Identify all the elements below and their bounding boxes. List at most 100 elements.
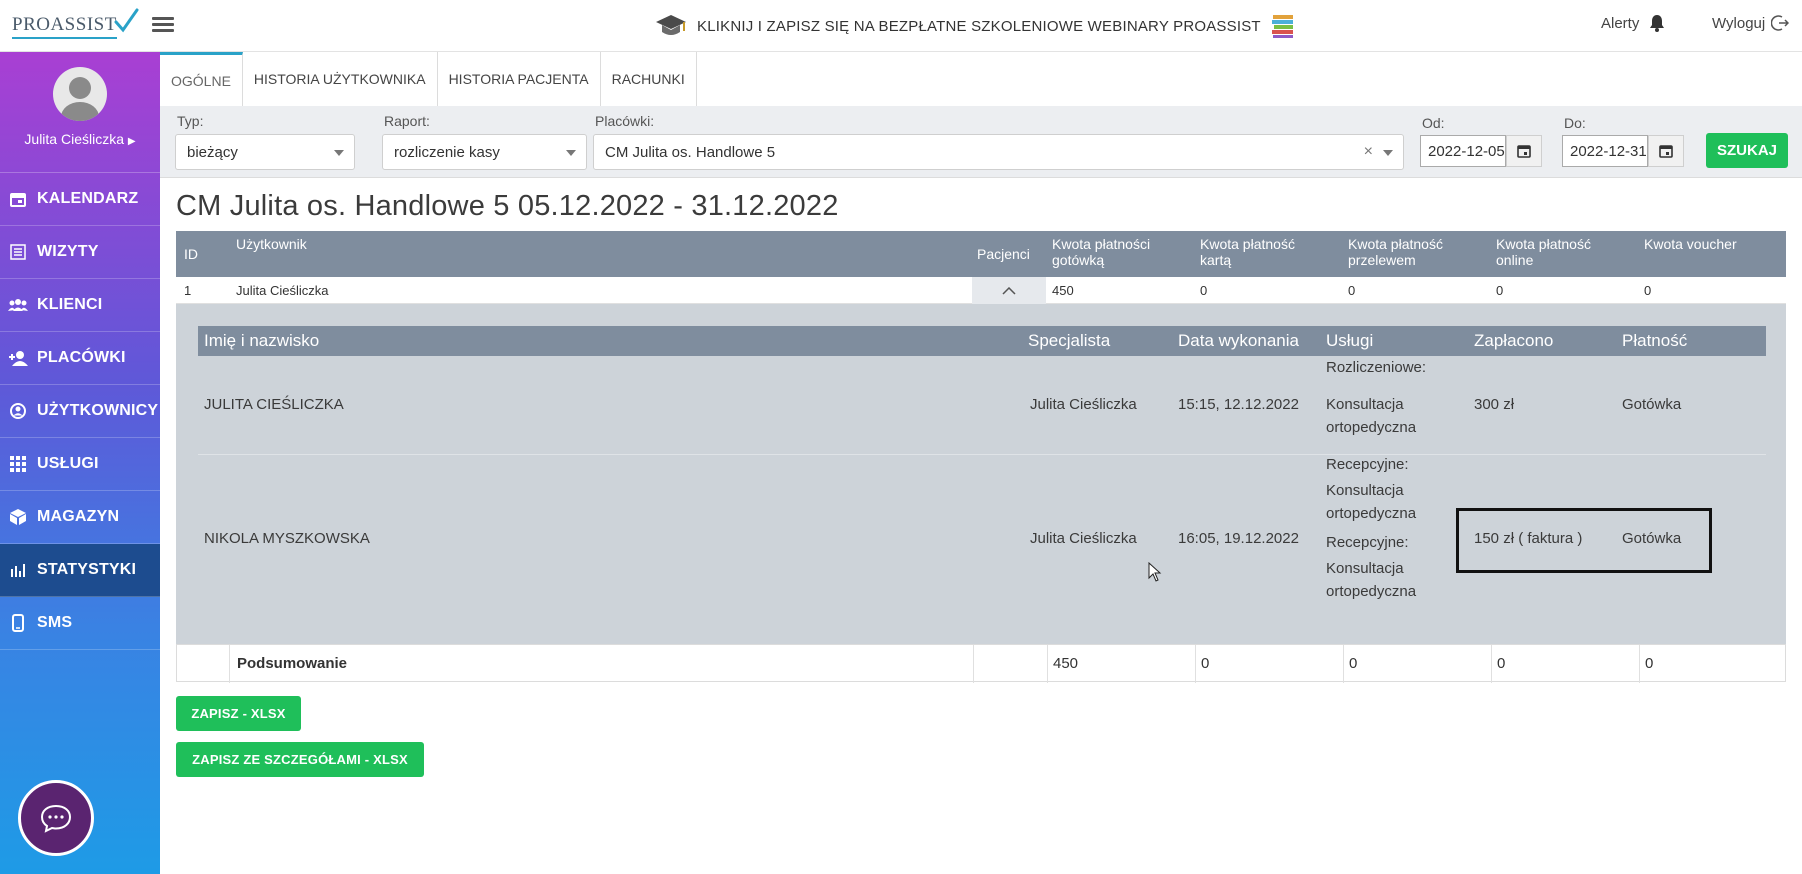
detail-specialist: Julita Cieśliczka — [1030, 396, 1137, 413]
user-name[interactable]: Julita Cieśliczka ▶ — [0, 131, 160, 147]
webinar-promo-link[interactable]: KLIKNIJ I ZAPISZ SIĘ NA BEZPŁATNE SZKOLE… — [655, 12, 1295, 40]
avatar — [53, 67, 107, 121]
details-panel: Imię i nazwisko Specjalista Data wykonan… — [176, 304, 1786, 644]
logout-icon — [1771, 15, 1790, 31]
logout-label: Wyloguj — [1712, 14, 1766, 32]
detail-service: Recepcyjne: — [1326, 456, 1409, 473]
mouse-cursor-icon — [1148, 562, 1162, 582]
logo[interactable]: PROASSIST — [12, 8, 139, 42]
promo-text: KLIKNIJ I ZAPISZ SIĘ NA BEZPŁATNE SZKOLE… — [697, 17, 1261, 35]
sidebar-item-wizyty[interactable]: WIZYTY — [0, 226, 160, 279]
detail-payment: Gotówka — [1622, 396, 1682, 413]
od-date-input[interactable]: 2022-12-05 — [1420, 135, 1506, 167]
table-row[interactable]: 1 Julita Cieśliczka 450 0 0 0 0 — [176, 277, 1786, 304]
detail-service: Konsultacja — [1326, 560, 1404, 577]
bar-chart-icon — [8, 560, 28, 580]
detail-paid: 300 zł — [1474, 396, 1515, 413]
sidebar-item-sms[interactable]: SMS — [0, 597, 160, 650]
sidebar-item-magazyn[interactable]: MAGAZYN — [0, 491, 160, 544]
placowki-label: Placówki: — [595, 113, 655, 129]
row-voucher: 0 — [1644, 283, 1652, 298]
tab-historia-uzytkownika[interactable]: HISTORIA UŻYTKOWNIKA — [242, 52, 438, 106]
col-paid: Zapłacono — [1474, 331, 1554, 350]
detail-service: ortopedyczna — [1326, 419, 1417, 436]
sidebar-item-uzytkownicy[interactable]: UŻYTKOWNICY — [0, 385, 160, 438]
details-header: Imię i nazwisko Specjalista Data wykonan… — [198, 326, 1766, 356]
col-patients: Pacjenci — [977, 246, 1030, 262]
chevron-up-icon — [1002, 286, 1016, 295]
logout-button[interactable]: Wyloguj — [1712, 14, 1790, 32]
page-title: CM Julita os. Handlowe 5 05.12.2022 - 31… — [176, 190, 839, 222]
detail-specialist: Julita Cieśliczka — [1030, 530, 1137, 547]
sidebar-item-klienci[interactable]: KLIENCI — [0, 279, 160, 332]
detail-service: Konsultacja — [1326, 482, 1404, 499]
detail-date: 15:15, 12.12.2022 — [1178, 396, 1299, 413]
col-id: ID — [184, 246, 198, 262]
col-cash: Kwota płatności gotówką — [1052, 236, 1151, 268]
typ-select[interactable]: bieżący — [175, 134, 355, 170]
sidebar-item-statystyki[interactable]: STATYSTYKI — [0, 544, 160, 597]
col-transfer: Kwota płatność przelewem — [1348, 236, 1443, 268]
col-voucher: Kwota voucher — [1644, 236, 1737, 252]
raport-label: Raport: — [384, 113, 430, 129]
row-cash: 450 — [1052, 283, 1074, 298]
clear-icon[interactable]: × — [1364, 143, 1373, 161]
user-circle-icon — [8, 401, 28, 421]
od-label: Od: — [1422, 115, 1445, 131]
bell-icon — [1650, 15, 1665, 32]
top-bar: PROASSIST KLIKNIJ I ZAPISZ SIĘ NA BEZPŁA… — [0, 0, 1802, 52]
raport-select[interactable]: rozliczenie kasy — [382, 134, 587, 170]
col-specialist: Specjalista — [1028, 331, 1111, 350]
highlight-annotation — [1456, 508, 1712, 573]
col-services: Usługi — [1326, 331, 1374, 350]
typ-label: Typ: — [177, 113, 204, 129]
chat-bubble-icon — [18, 780, 94, 856]
do-calendar-icon[interactable] — [1648, 135, 1684, 167]
summary-online: 0 — [1497, 655, 1506, 672]
menu-toggle-icon[interactable] — [152, 14, 174, 36]
row-card: 0 — [1200, 283, 1208, 298]
caret-down-icon — [334, 150, 344, 156]
save-xlsx-button[interactable]: ZAPISZ - XLSX — [176, 696, 301, 731]
caret-down-icon — [566, 150, 576, 156]
caret-right-icon: ▶ — [127, 136, 136, 147]
tab-rachunki[interactable]: RACHUNKI — [600, 52, 697, 106]
row-transfer: 0 — [1348, 283, 1356, 298]
detail-service: Rozliczeniowe: — [1326, 359, 1427, 376]
row-user: Julita Cieśliczka — [236, 283, 329, 298]
summary-transfer: 0 — [1349, 655, 1358, 672]
col-online: Kwota płatność online — [1496, 236, 1591, 268]
detail-name: NIKOLA MYSZKOWSKA — [204, 530, 370, 547]
search-button[interactable]: SZUKAJ — [1706, 133, 1788, 168]
alerts-button[interactable]: Alerty — [1601, 14, 1665, 32]
user-profile[interactable]: Julita Cieśliczka ▶ — [0, 67, 160, 173]
graduation-cap-icon — [656, 15, 686, 35]
sidebar-item-placowki[interactable]: PLACÓWKI — [0, 332, 160, 385]
row-divider — [198, 454, 1766, 455]
tab-bar: OGÓLNE HISTORIA UŻYTKOWNIKA HISTORIA PAC… — [160, 52, 697, 106]
checkmark-icon — [114, 8, 139, 33]
do-date-input[interactable]: 2022-12-31 — [1562, 135, 1648, 167]
detail-name: JULITA CIEŚLICZKA — [204, 396, 344, 413]
chat-button[interactable] — [18, 780, 126, 858]
summary-label: Podsumowanie — [237, 655, 348, 672]
sidebar-item-kalendarz[interactable]: KALENDARZ — [0, 173, 160, 226]
tab-historia-pacjenta[interactable]: HISTORIA PACJENTA — [437, 52, 601, 106]
row-id: 1 — [184, 283, 192, 298]
od-calendar-icon[interactable] — [1506, 135, 1542, 167]
grid-icon — [8, 454, 28, 474]
tab-ogolne[interactable]: OGÓLNE — [160, 52, 243, 106]
sidebar-item-uslugi[interactable]: USŁUGI — [0, 438, 160, 491]
col-name: Imię i nazwisko — [204, 331, 320, 350]
row-online: 0 — [1496, 283, 1504, 298]
alerts-label: Alerty — [1601, 14, 1640, 32]
caret-down-icon — [1383, 150, 1393, 156]
phone-icon — [8, 613, 28, 633]
collapse-toggle[interactable] — [972, 277, 1046, 304]
col-user: Użytkownik — [236, 236, 307, 252]
detail-date: 16:05, 19.12.2022 — [1178, 530, 1299, 547]
col-payment: Płatność — [1622, 331, 1688, 350]
placowki-select[interactable]: CM Julita os. Handlowe 5 × — [593, 134, 1404, 170]
save-details-xlsx-button[interactable]: ZAPISZ ZE SZCZEGÓŁAMI - XLSX — [176, 742, 424, 777]
summary-cash: 450 — [1053, 655, 1079, 672]
